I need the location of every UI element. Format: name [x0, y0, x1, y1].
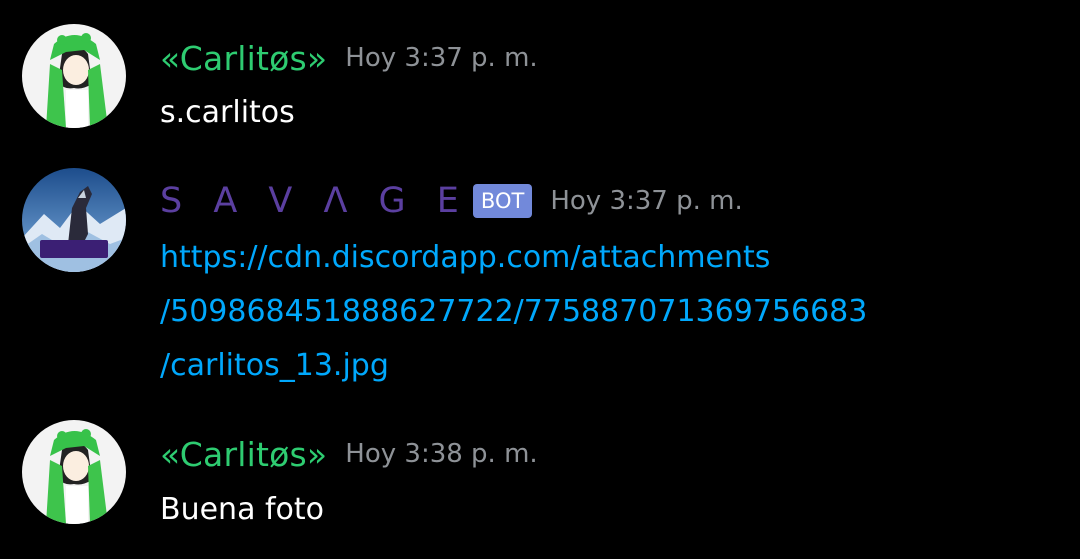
- message-header: S A V Λ G E BOT Hoy 3:37 p. m.: [160, 178, 743, 224]
- user-avatar[interactable]: [22, 24, 126, 128]
- message-timestamp: Hoy 3:37 p. m.: [345, 43, 538, 73]
- link-line[interactable]: https://cdn.discordapp.com/attachments: [160, 231, 867, 285]
- message-content: s.carlitos: [160, 95, 295, 130]
- user-avatar-image: [22, 420, 126, 524]
- attachment-link[interactable]: https://cdn.discordapp.com/attachments /…: [160, 231, 867, 393]
- author-name[interactable]: «Carlitøs»: [160, 435, 327, 474]
- message-timestamp: Hoy 3:38 p. m.: [345, 439, 538, 469]
- message-header: «Carlitøs» Hoy 3:37 p. m.: [160, 36, 538, 80]
- message-header: «Carlitøs» Hoy 3:38 p. m.: [160, 432, 538, 476]
- user-avatar[interactable]: [22, 420, 126, 524]
- author-name[interactable]: «Carlitøs»: [160, 39, 327, 78]
- author-name[interactable]: S A V Λ G E: [160, 181, 469, 221]
- link-line[interactable]: /carlitos_13.jpg: [160, 339, 867, 393]
- user-avatar-image: [22, 24, 126, 128]
- bot-avatar[interactable]: [22, 168, 126, 272]
- link-line[interactable]: /509868451888627722/775887071369756683: [160, 285, 867, 339]
- message-timestamp: Hoy 3:37 p. m.: [550, 186, 743, 216]
- bot-badge: BOT: [472, 184, 533, 218]
- message-content: Buena foto: [160, 492, 325, 527]
- wolf-logo-icon: [22, 168, 126, 272]
